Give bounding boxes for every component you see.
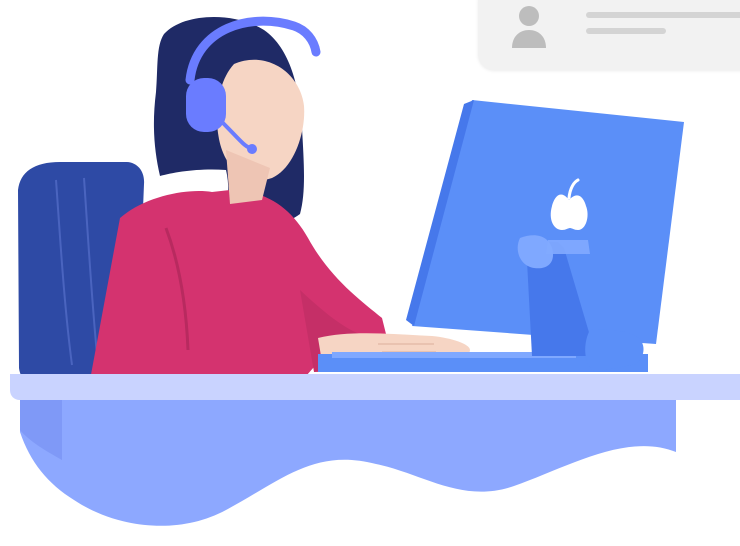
profile-placeholder-line (586, 12, 740, 18)
profile-placeholder-line (586, 28, 666, 34)
desk (10, 374, 740, 526)
profile-card (478, 0, 740, 70)
customer-support-illustration (0, 0, 740, 546)
monitor (406, 100, 684, 372)
user-avatar-icon (512, 6, 546, 48)
support-scene-svg (10, 16, 740, 526)
